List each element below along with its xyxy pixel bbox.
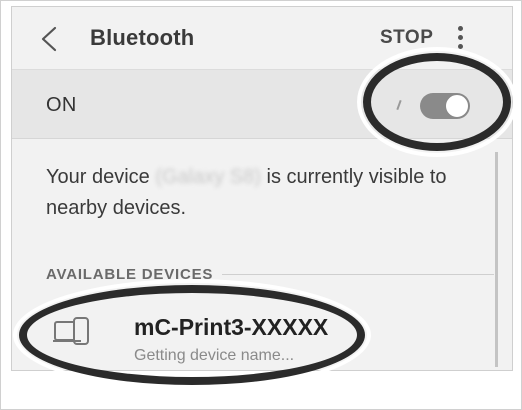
annotation-oval-toggle <box>363 53 511 151</box>
visibility-message: Your device (Galaxy S8) is currently vis… <box>46 162 466 224</box>
visibility-prefix: Your device <box>46 166 156 188</box>
annotation-oval-device <box>19 285 365 385</box>
stop-button[interactable]: STOP <box>380 27 433 49</box>
toggle-label: ON <box>46 94 77 116</box>
section-divider <box>222 274 494 275</box>
blurred-device-name: (Galaxy S8) <box>155 166 261 188</box>
page-title: Bluetooth <box>90 25 195 50</box>
figure-frame: Bluetooth STOP ON Your device (Galaxy S8… <box>0 0 522 410</box>
chevron-left-icon[interactable] <box>38 25 60 53</box>
